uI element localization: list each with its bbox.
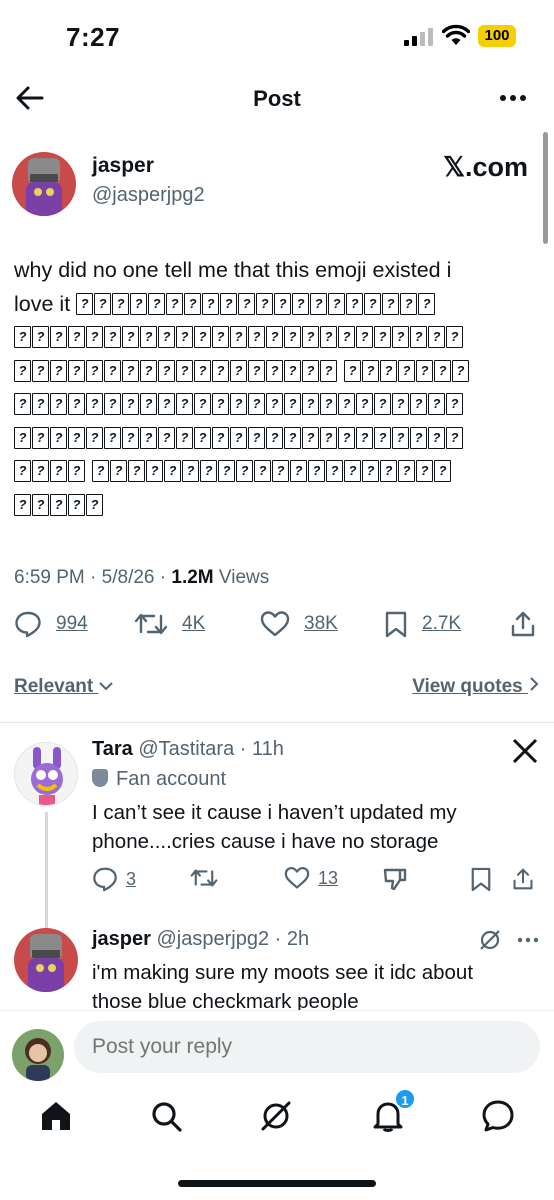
reply-composer [0,1010,554,1084]
sort-replies-dropdown[interactable]: Relevant [14,676,114,698]
share-icon [513,868,533,890]
reply-input[interactable] [74,1021,540,1073]
reply-author-name[interactable]: jasper [92,928,151,950]
missing-emoji-glyphs [76,292,436,316]
post-date[interactable]: 5/8/26 [102,567,155,588]
repost-count: 4K [182,613,206,634]
x-logo-icon: 𝕏.com [443,152,528,182]
like-icon [284,867,310,889]
reply-button[interactable]: 3 [92,866,136,892]
sort-label: Relevant [14,676,94,697]
post-meta: 6:59 PM · 5/8/26 · 1.2M Views [14,567,270,588]
view-quotes-link[interactable]: View quotes [412,676,540,698]
reply-icon [93,867,117,892]
missing-emoji-glyphs [14,489,534,523]
bookmark-button[interactable]: 2.7K [384,610,461,638]
nav-bar: Post [0,72,554,128]
dislike-icon [383,868,407,891]
page-title: Post [253,86,301,111]
views-count: 1.2M [171,567,214,588]
repost-button[interactable] [190,866,226,890]
like-icon [260,611,290,637]
battery-indicator: 100 [478,25,516,47]
repost-icon [190,869,218,887]
reply-header: Tara @Tastitara · 11h [92,738,284,760]
reply-author-handle[interactable]: @jasperjpg2 [157,928,270,950]
signal-icon [404,28,433,46]
scrollbar[interactable] [543,132,548,244]
post-time[interactable]: 6:59 PM [14,567,85,588]
divider [0,722,554,723]
post-text-prefix: love it [14,291,71,316]
share-icon [511,611,535,637]
fan-account-text: Fan account [116,768,227,790]
search-icon[interactable] [148,1098,184,1134]
status-time: 7:27 [66,22,121,52]
bookmark-count: 2.7K [422,613,462,634]
post-text-line-2: love it [14,288,534,322]
reply-actions: 3 13 [92,866,533,896]
reply-count: 3 [126,868,137,889]
missing-emoji-glyphs [14,455,534,489]
x-logo-icon [512,738,538,764]
reply-button[interactable]: 994 [14,610,88,638]
views-label: Views [218,567,270,588]
bookmark-button[interactable] [470,866,500,892]
reply-avatar[interactable] [14,928,78,992]
bookmark-icon [385,611,407,638]
share-button[interactable] [510,610,550,638]
bookmark-icon [471,867,491,892]
like-count: 13 [318,867,339,888]
reply-text: i'm making sure my moots see it idc abou… [92,961,474,1013]
more-icon[interactable] [516,936,540,944]
like-count: 38K [304,613,338,634]
dislike-button[interactable] [382,866,416,892]
reply-count: 994 [56,613,88,634]
fan-account-label: Fan account [92,768,226,791]
share-button[interactable] [512,866,542,892]
reply-icon [15,611,41,638]
missing-emoji-glyphs [14,321,534,355]
more-icon[interactable] [498,86,528,110]
repost-button[interactable]: 4K [134,610,205,638]
repost-icon [134,613,168,635]
post-actions: 994 4K 38K 2.7K [0,610,554,646]
reply-author-handle[interactable]: @Tastitara [138,738,234,760]
missing-emoji-glyphs [14,388,534,422]
grok-icon[interactable] [478,928,502,952]
home-indicator[interactable] [178,1180,376,1187]
wifi-icon [442,24,470,45]
reply-author-name[interactable]: Tara [92,738,133,760]
missing-emoji-glyphs [14,422,534,456]
like-button[interactable]: 38K [260,610,338,638]
grok-icon[interactable] [258,1098,294,1134]
reply-text: I can’t see it cause i haven’t updated m… [92,801,457,853]
my-avatar [12,1029,64,1081]
author-name[interactable]: jasper [92,154,154,178]
reply-avatar[interactable] [14,742,78,806]
reply-filter-row: Relevant View quotes [14,676,540,704]
notifications-tab[interactable]: 1 [370,1088,416,1134]
author-handle[interactable]: @jasperjpg2 [92,184,205,207]
bottom-tab-bar: 1 [0,1088,554,1148]
notification-badge: 1 [394,1088,416,1110]
status-bar: 7:27 100 [0,0,554,70]
reply-age: 11h [252,738,284,760]
view-quotes-label: View quotes [412,676,523,697]
home-icon[interactable] [38,1098,74,1134]
post-text-line-1: why did no one tell me that this emoji e… [14,258,452,282]
reply-age: 2h [286,928,310,950]
author-avatar[interactable] [12,152,76,216]
post-text: why did no one tell me that this emoji e… [14,254,534,522]
chevron-down-icon [99,682,114,691]
missing-emoji-glyphs [14,355,534,389]
like-button[interactable]: 13 [284,866,338,890]
reply-header: jasper @jasperjpg2 · 2h [92,928,310,950]
theater-mask-icon [92,769,108,787]
messages-icon[interactable] [480,1098,516,1134]
chevron-right-icon [530,677,539,691]
